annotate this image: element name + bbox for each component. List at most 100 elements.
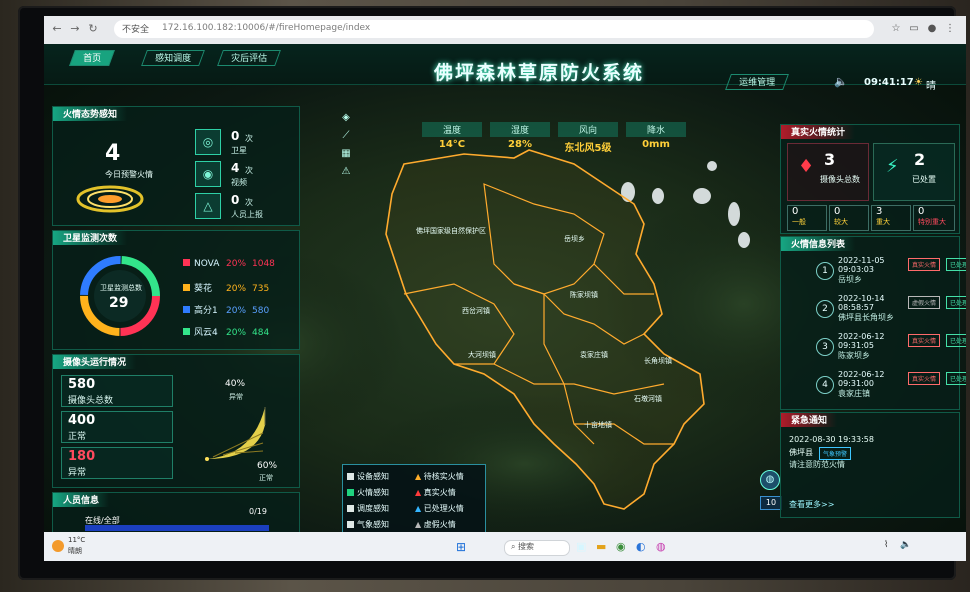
satellite-row-nova: NOVA 20% 1048: [183, 259, 275, 269]
fire-total-label: 今日预警火情: [105, 170, 153, 179]
globe-icon[interactable]: ◍: [760, 470, 780, 490]
weather-text: 晴: [926, 81, 936, 92]
weather-widget-icon[interactable]: [52, 540, 64, 552]
address-bar[interactable]: 不安全 172.16.100.182:10006/#/fireHomepage/…: [114, 20, 874, 38]
real-fire-panel: 真实火情统计 ♦ 3 摄像头总数 ⚡ 2 已处置 0 一般 0 较大 3 重大 0 特别…: [780, 124, 960, 234]
camera-abnormal-label: 异常: [68, 468, 87, 478]
region-label: 西岔河镇: [462, 307, 490, 315]
legend-weather[interactable]: 气象感知: [347, 519, 389, 530]
checkbox[interactable]: [347, 489, 354, 496]
taskbar-temp: 11°C: [68, 536, 86, 544]
checkbox[interactable]: [347, 505, 354, 512]
level-extreme: 0 特别重大: [913, 205, 955, 231]
volume-icon[interactable]: 🔈: [834, 75, 848, 88]
legend-real-fire: ▲ 真实火情: [415, 488, 456, 497]
star-icon[interactable]: ☆: [890, 23, 902, 35]
urgent-text: 请注意防范火情: [789, 460, 845, 469]
personnel-value: 0/19: [249, 507, 267, 516]
checkbox[interactable]: [347, 473, 354, 480]
camera-normal-label: 正常: [68, 432, 87, 442]
flame-icon: ▲: [415, 504, 422, 513]
zoom-level[interactable]: 10: [760, 496, 782, 510]
satellite-count: 0: [231, 129, 240, 143]
folder-icon[interactable]: ▬: [596, 540, 606, 553]
fire-list-item[interactable]: 2 2022-10-14 08:58:57 佛坪县长角坝乡 虚假火情 已处理: [816, 294, 966, 328]
tab-home[interactable]: 首页: [69, 50, 115, 66]
region-label: 袁家庄镇: [580, 351, 608, 359]
region-label: 大河坝镇: [468, 351, 496, 359]
back-icon[interactable]: ←: [50, 22, 64, 36]
legend-pending-fire: ▲ 待核实火情: [415, 472, 464, 481]
camera-total-box: 580 摄像头总数: [61, 375, 173, 407]
legend-swatch: [183, 306, 190, 313]
satellite-icon: ◎: [195, 129, 221, 155]
region-label: 岳坝乡: [564, 235, 585, 243]
page-title: 佛坪森林草原防火系统: [434, 62, 645, 84]
flame-icon: ▲: [415, 472, 422, 481]
tab-assessment[interactable]: 灾后评估: [217, 50, 281, 66]
legend-swatch: [183, 259, 190, 266]
extensions-icon[interactable]: ▭: [908, 23, 920, 35]
camera-icon: ◉: [195, 161, 221, 187]
satellite-center-label: 卫星监测总数: [100, 284, 142, 292]
camera-normal-box: 400 正常: [61, 411, 173, 443]
handled-label: 已处置: [912, 175, 936, 184]
layers-icon[interactable]: ◈: [340, 112, 352, 124]
speaker-icon[interactable]: 🔈: [900, 540, 911, 550]
legend-fire[interactable]: 火情感知: [347, 487, 389, 498]
map-legend: 设备感知 ▲ 待核实火情 火情感知 ▲ 真实火情 调度感知 ▲ 已处理火情 气象…: [342, 464, 486, 536]
browser-toolbar: ← → ↻ 不安全 172.16.100.182:10006/#/fireHom…: [44, 16, 966, 44]
satellite-row-kuihua: 葵花 20% 735: [183, 281, 269, 294]
url-text: 172.16.100.182:10006/#/fireHomepage/inde…: [162, 23, 371, 33]
taskbar: 11°C 晴朗 ⊞ ⌕ 搜索 ▣ ▬ ◉ ◐ ◍ ⌇ 🔈: [44, 532, 966, 561]
personnel-panel: 人员信息 0/19 在线/全部: [52, 492, 300, 534]
taskview-icon[interactable]: ▣: [576, 540, 586, 553]
report-label: 人员上报: [231, 210, 263, 219]
wifi-icon[interactable]: ⌇: [884, 540, 888, 550]
windows-start-icon[interactable]: ⊞: [456, 540, 466, 554]
edge-icon[interactable]: ◐: [636, 540, 646, 553]
flame-icon: ▲: [415, 520, 422, 529]
satellite-unit: 次: [245, 134, 253, 143]
cam-total-card: ♦ 3 摄像头总数: [787, 143, 869, 201]
fire-list-item[interactable]: 4 2022-06-12 09:31:00 袁家庄镇 真实火情 已处理: [816, 370, 966, 404]
legend-dispatch[interactable]: 调度感知: [347, 503, 389, 514]
clock: 09:41:17: [864, 77, 914, 88]
region-label: 十亩地镇: [584, 421, 612, 429]
report-unit: 次: [245, 198, 253, 207]
camera-abnormal-box: 180 异常: [61, 447, 173, 479]
chart-abnormal-label: 异常: [229, 393, 243, 401]
cam-total-label: 摄像头总数: [820, 175, 860, 184]
camera-arc-chart: [205, 407, 266, 461]
legend-device[interactable]: 设备感知: [347, 471, 389, 482]
more-link[interactable]: 查看更多>>: [789, 499, 834, 510]
satellite-row-gaofen: 高分1 20% 580: [183, 303, 269, 316]
app-icon[interactable]: ◍: [656, 540, 666, 553]
report-count: 0: [231, 193, 240, 207]
ruler-icon[interactable]: ⟋: [340, 130, 352, 142]
taskbar-search[interactable]: ⌕ 搜索: [504, 540, 570, 556]
forward-icon[interactable]: →: [68, 22, 82, 36]
chrome-icon[interactable]: ◉: [616, 540, 626, 553]
profile-icon[interactable]: ●: [926, 23, 938, 35]
video-label: 视频: [231, 178, 247, 187]
tab-ops[interactable]: 运维管理: [725, 74, 789, 90]
satellite-total: 29: [109, 295, 129, 311]
lightning-icon: ⚡: [886, 156, 899, 177]
refresh-icon[interactable]: ↻: [86, 22, 100, 36]
menu-icon[interactable]: ⋮: [944, 23, 956, 35]
taskbar-weather: 晴朗: [68, 547, 82, 555]
satellite-title: 卫星监测次数: [53, 231, 128, 245]
checkbox[interactable]: [347, 521, 354, 528]
video-unit: 次: [245, 166, 253, 175]
fire-list-item[interactable]: 1 2022-11-05 09:03:03 岳坝乡 真实火情 已处理: [816, 256, 966, 290]
fire-list-title: 火情信息列表: [781, 237, 856, 251]
fire-list-item[interactable]: 3 2022-06-12 09:31:05 陈家坝乡 真实火情 已处理: [816, 332, 966, 366]
satellite-row-fengyun: 风云4 20% 484: [183, 325, 269, 338]
security-label: 不安全: [122, 25, 150, 35]
handled-card: ⚡ 2 已处置: [873, 143, 955, 201]
tab-perception[interactable]: 感知调度: [141, 50, 205, 66]
legend-handled-fire: ▲ 已处理火情: [415, 504, 464, 513]
camera-abnormal: 180: [68, 449, 96, 464]
urgent-place: 佛坪县: [789, 448, 813, 457]
